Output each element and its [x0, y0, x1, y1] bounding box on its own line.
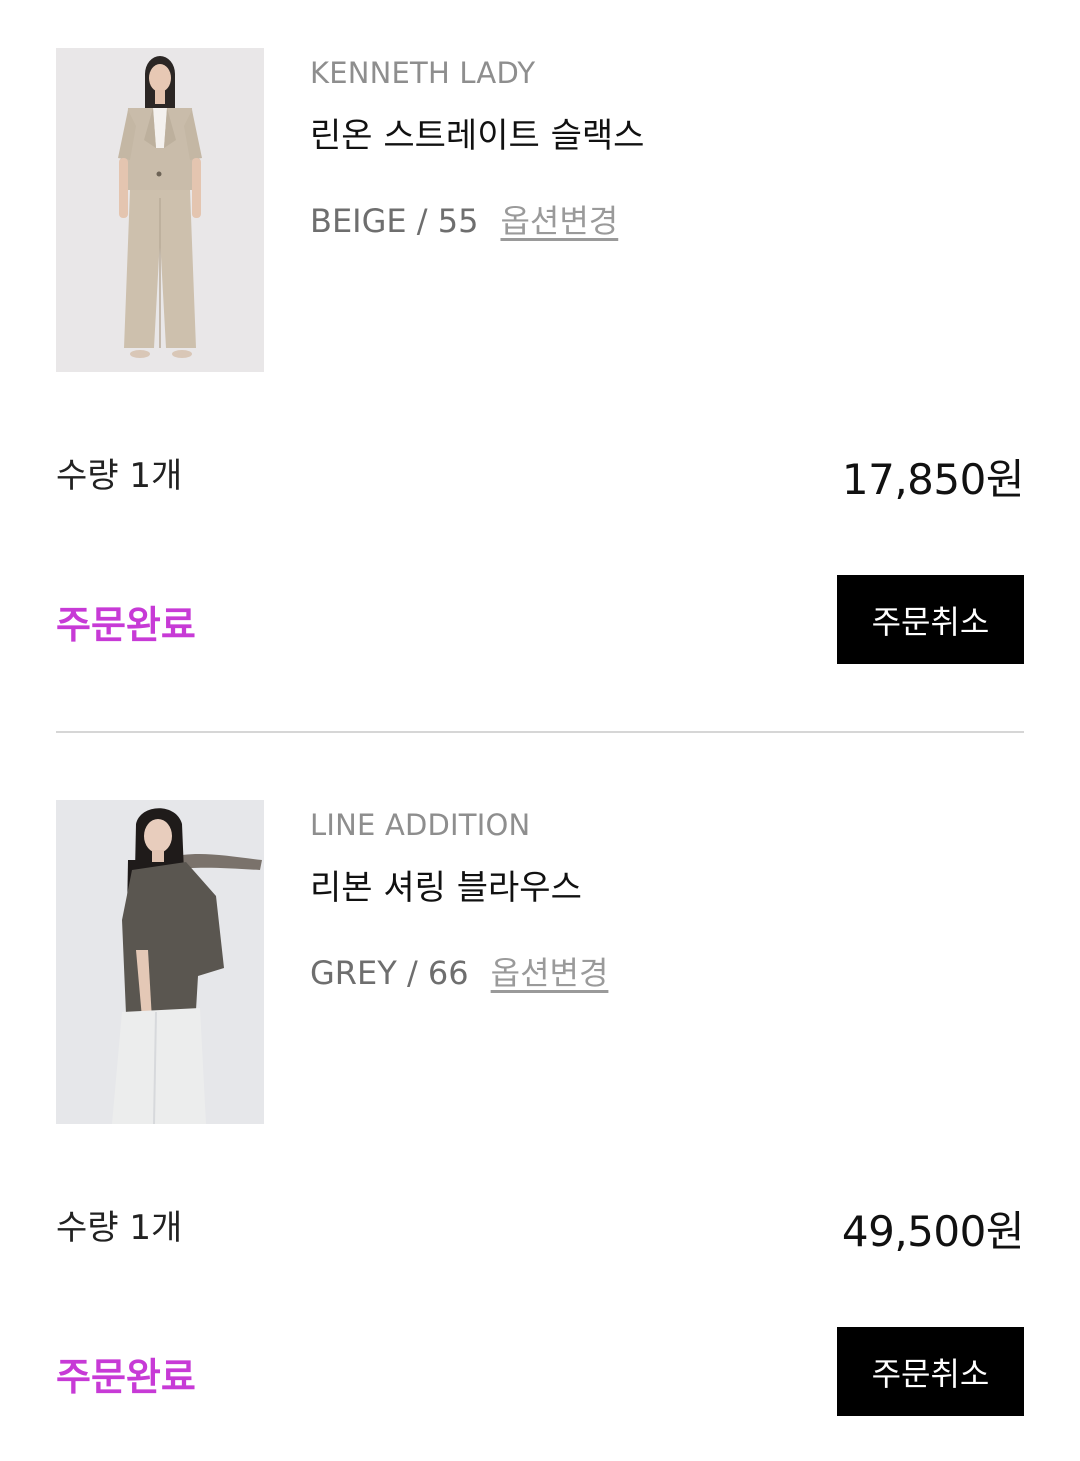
product-photo-icon: [56, 800, 264, 1124]
price: 49,500원: [841, 1207, 1025, 1256]
cancel-order-button[interactable]: 주문취소: [837, 1327, 1024, 1416]
quantity: 수량 1개: [56, 456, 183, 496]
option-value: GREY / 66: [310, 954, 469, 992]
option-row: GREY / 66 옵션변경: [310, 948, 608, 994]
price: 17,850원: [841, 455, 1025, 504]
divider: [56, 731, 1024, 733]
cancel-order-button[interactable]: 주문취소: [837, 575, 1024, 664]
product-image[interactable]: [56, 800, 264, 1124]
brand-name: LINE ADDITION: [310, 808, 531, 842]
order-item: KENNETH LADY 린온 스트레이트 슬랙스 BEIGE / 55 옵션변경…: [56, 48, 1025, 668]
option-value: BEIGE / 55: [310, 202, 479, 240]
option-change-link[interactable]: 옵션변경: [491, 954, 609, 992]
option-change-link[interactable]: 옵션변경: [500, 202, 618, 240]
product-image[interactable]: [56, 48, 264, 372]
product-photo-icon: [56, 48, 264, 372]
order-status: 주문완료: [56, 603, 196, 647]
option-row: BEIGE / 55 옵션변경: [310, 196, 618, 242]
product-name[interactable]: 린온 스트레이트 슬랙스: [310, 108, 644, 157]
product-name[interactable]: 리본 셔링 블라우스: [310, 860, 582, 909]
brand-name: KENNETH LADY: [310, 56, 536, 90]
order-status: 주문완료: [56, 1355, 196, 1399]
order-item: LINE ADDITION 리본 셔링 블라우스 GREY / 66 옵션변경 수…: [56, 800, 1025, 1420]
quantity: 수량 1개: [56, 1208, 183, 1248]
